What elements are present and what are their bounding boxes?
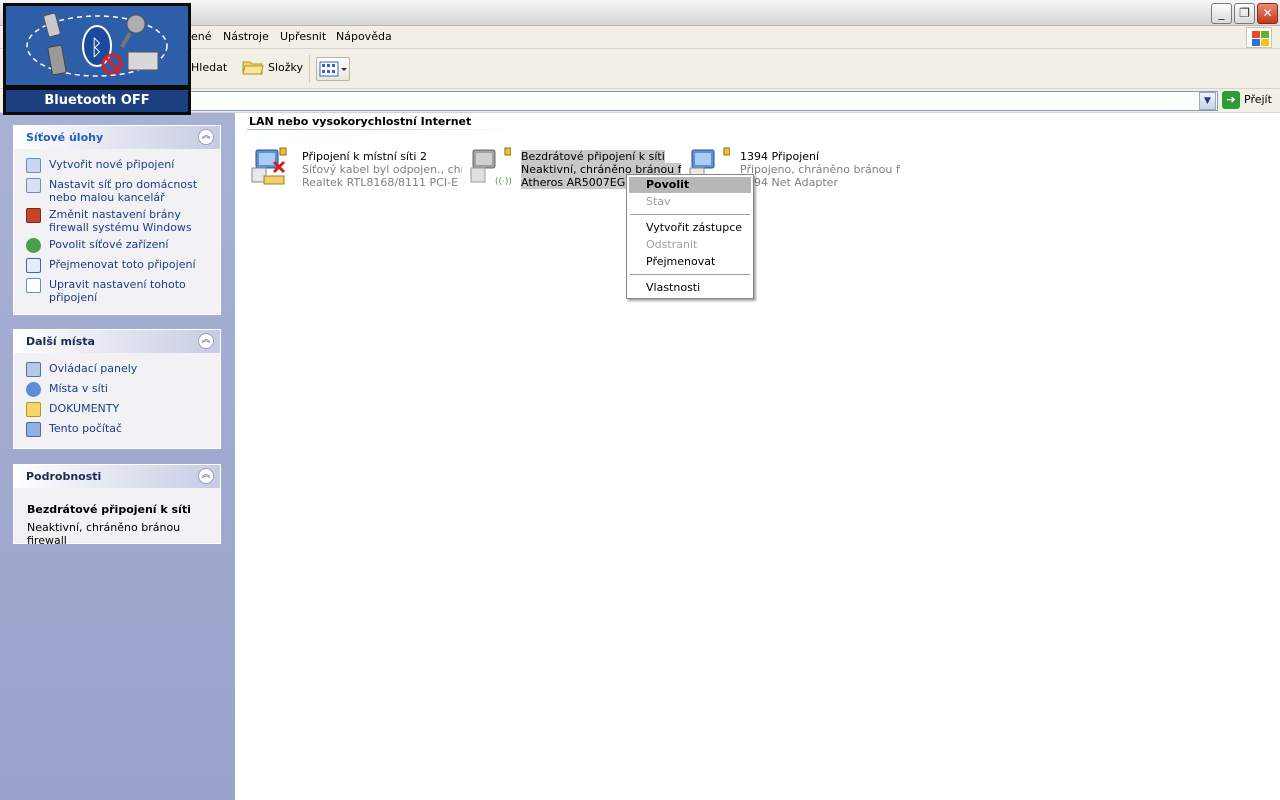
task-pane: Síťové úlohy ︽ Vytvořit nové připojení N…: [0, 113, 235, 800]
other-places-title: Další místa: [26, 335, 95, 348]
details-status: Neaktivní, chráněno bránou firewall: [27, 521, 181, 547]
address-input[interactable]: [190, 91, 1218, 111]
address-dropdown-button[interactable]: ▼: [1199, 92, 1216, 110]
address-bar: ▼ ➔ Přejít: [0, 89, 1280, 113]
menu-enable[interactable]: Povolit: [629, 177, 751, 193]
main-content: LAN nebo vysokorychlostní Internet Připo…: [235, 113, 1280, 800]
my-computer-icon: [26, 422, 41, 437]
search-button[interactable]: Hledat: [191, 61, 227, 74]
bluetooth-status-label: Bluetooth OFF: [6, 90, 188, 112]
collapse-icon[interactable]: ︽: [198, 468, 214, 484]
menu-create-shortcut[interactable]: Vytvořit zástupce: [629, 220, 751, 236]
network-tasks-panel: Síťové úlohy ︽ Vytvořit nové připojení N…: [13, 125, 221, 315]
place-label: Tento počítač: [49, 422, 123, 435]
group-title: LAN nebo vysokorychlostní Internet: [249, 115, 472, 128]
details-panel: Podrobnosti ︽ Bezdrátové připojení k sít…: [13, 464, 221, 547]
connection-status: Síťový kabel byl odpojen., chr...: [302, 163, 462, 176]
windows-logo-icon: [1246, 27, 1272, 48]
properties-icon: [26, 278, 41, 293]
network-connection-icon: [251, 147, 287, 185]
home-network-icon: [26, 178, 41, 193]
wireless-connection-icon: ((·)): [470, 147, 511, 187]
documents-icon: [26, 402, 41, 417]
toolbar-separator: [309, 55, 310, 83]
menu-rename[interactable]: Přejmenovat: [629, 254, 751, 270]
network-tasks-header[interactable]: Síťové úlohy ︽: [14, 126, 220, 149]
task-label: Vytvořit nové připojení: [49, 158, 175, 171]
menu-tools[interactable]: Nástroje: [223, 30, 269, 43]
minimize-button[interactable]: _: [1211, 3, 1232, 24]
other-places-panel: Další místa ︽ Ovládací panely Místa v sí…: [13, 329, 221, 449]
connection-device: 1394 Net Adapter: [740, 176, 838, 189]
go-label: Přejít: [1244, 93, 1272, 106]
group-divider: [247, 129, 515, 130]
views-icon: [319, 61, 347, 77]
details-header[interactable]: Podrobnosti ︽: [14, 465, 220, 488]
context-menu: Povolit Stav Vytvořit zástupce Odstranit…: [626, 174, 754, 299]
close-button[interactable]: ✕: [1257, 3, 1278, 24]
bluetooth-illustration: ᛒ: [6, 6, 188, 85]
menu-help[interactable]: Nápověda: [336, 30, 392, 43]
connection-status: Připojeno, chráněno bránou fi...: [740, 163, 900, 176]
menu-separator: [630, 274, 750, 275]
task-label: Povolit síťové zařízení: [49, 238, 169, 251]
go-button[interactable]: ➔ Přejít: [1222, 91, 1272, 111]
connection-name: 1394 Připojení: [740, 150, 820, 163]
network-places-icon: [26, 382, 41, 397]
details-name: Bezdrátové připojení k síti: [27, 503, 191, 516]
connection-local-area-2[interactable]: Připojení k místní síti 2 Síťový kabel b…: [250, 144, 470, 190]
collapse-icon[interactable]: ︽: [198, 129, 214, 145]
menu-delete[interactable]: Odstranit: [629, 237, 751, 253]
bluetooth-status-overlay: ᛒ Bluetooth OFF: [3, 3, 191, 115]
connection-name: Bezdrátové připojení k síti: [521, 150, 665, 163]
bluetooth-devices-icon: ᛒ: [26, 12, 168, 77]
folder-icon[interactable]: [242, 58, 264, 76]
place-label: DOKUMENTY: [49, 402, 120, 415]
svg-text:ᛒ: ᛒ: [90, 36, 103, 61]
place-label: Ovládací panely: [49, 362, 138, 375]
menu-favorites[interactable]: ené: [191, 30, 212, 43]
menu-status[interactable]: Stav: [629, 194, 751, 210]
menu-advanced[interactable]: Upřesnit: [280, 30, 326, 43]
task-label: Nastavit síť pro domácnost nebo malou ka…: [49, 178, 198, 204]
maximize-button[interactable]: ❐: [1234, 3, 1255, 24]
menu-separator: [630, 214, 750, 215]
task-label: Upravit nastavení tohoto připojení: [49, 278, 186, 304]
menu-properties[interactable]: Vlastnosti: [629, 280, 751, 296]
enable-device-icon: [26, 238, 41, 253]
menu-bar: ené Nástroje Upřesnit Nápověda: [0, 26, 1280, 49]
toolbar: Hledat Složky: [0, 49, 1280, 89]
task-label: Změnit nastavení brány firewall systému …: [49, 208, 192, 234]
connection-device: Realtek RTL8168/8111 PCI-E ...: [302, 176, 462, 189]
place-label: Místa v síti: [49, 382, 108, 395]
title-bar: _ ❐ ✕: [0, 0, 1280, 26]
firewall-icon: [26, 208, 41, 223]
svg-text:((·)): ((·)): [495, 177, 511, 187]
go-arrow-icon: ➔: [1222, 91, 1240, 109]
network-tasks-title: Síťové úlohy: [26, 131, 104, 144]
new-connection-icon: [26, 158, 41, 173]
other-places-header[interactable]: Další místa ︽: [14, 330, 220, 353]
details-title: Podrobnosti: [26, 470, 102, 483]
rename-icon: [26, 258, 41, 273]
views-button[interactable]: [316, 57, 350, 81]
search-label: Hledat: [191, 61, 228, 74]
connection-name: Připojení k místní síti 2: [302, 150, 427, 163]
folders-button[interactable]: Složky: [268, 61, 303, 74]
collapse-icon[interactable]: ︽: [198, 333, 214, 349]
control-panel-icon: [26, 362, 41, 377]
task-label: Přejmenovat toto připojení: [49, 258, 196, 271]
